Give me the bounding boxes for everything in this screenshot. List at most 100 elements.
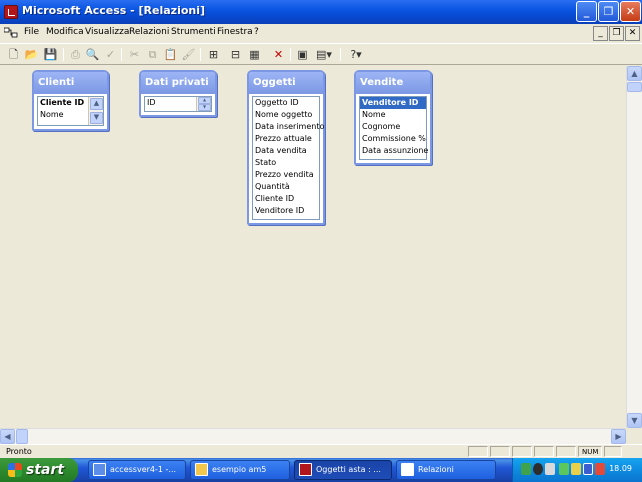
properties-icon[interactable]: ▣ [294,46,311,63]
new-icon[interactable]: 🗋 [5,46,22,63]
scroll-thumb[interactable] [627,82,642,92]
status-panel [468,446,488,457]
table-title[interactable]: Oggetti [249,72,323,94]
print-preview-icon[interactable]: 🔍 [84,46,101,63]
spell-icon[interactable]: ✓ [102,46,119,63]
menu-finestra[interactable]: Finestra [217,27,253,37]
menu-visualizza[interactable]: Visualizza [85,27,129,37]
field-item[interactable]: Stato [253,157,319,169]
table-title[interactable]: Vendite [356,72,430,94]
menu-file[interactable]: File [24,27,39,37]
scroll-up-icon[interactable]: ▲ [90,98,103,110]
field-item[interactable]: Cliente ID [253,193,319,205]
copy-icon[interactable]: ⧉ [144,46,161,63]
task-relazioni[interactable]: Relazioni [396,460,496,480]
folder-icon [195,463,208,476]
paste-icon[interactable]: 📋 [162,46,179,63]
restore-button[interactable]: ❐ [598,1,619,22]
table-title[interactable]: Dati privati [141,72,215,94]
table-title[interactable]: Clienti [34,72,107,94]
format-painter-icon[interactable]: 🖌 [180,46,197,63]
field-item[interactable]: Nome oggetto [253,109,319,121]
relationships-doc-icon[interactable] [3,27,18,39]
system-tray: 18.09 [512,458,642,482]
menu-modifica[interactable]: Modifica [46,27,84,37]
clock[interactable]: 18.09 [609,464,632,473]
mdi-close-button[interactable]: ✕ [625,26,640,41]
field-item[interactable]: Data inserimento [253,121,324,133]
mdi-minimize-button[interactable]: _ [593,26,608,41]
field-item[interactable]: Prezzo vendita [253,169,319,181]
field-item-selected[interactable]: Venditore ID [360,97,426,109]
horizontal-scrollbar[interactable]: ◀ ▶ [0,428,626,444]
field-item[interactable]: Commissione % [360,133,426,145]
field-list[interactable]: ID ▲ ▼ [144,96,212,112]
show-all-icon[interactable]: ▦ [246,46,263,63]
access-app-icon[interactable] [4,5,18,19]
antivirus-icon[interactable] [559,463,569,475]
open-icon[interactable]: 📂 [23,46,40,63]
save-icon[interactable]: 💾 [42,46,59,63]
scroll-down-icon[interactable]: ▼ [198,104,211,111]
field-item[interactable]: Quantità [253,181,319,193]
messenger-icon[interactable] [571,463,581,475]
field-item[interactable]: Oggetto ID [253,97,319,109]
toolbar-separator [63,48,64,61]
mdi-restore-button[interactable]: ❐ [609,26,624,41]
scroll-right-icon[interactable]: ▶ [611,429,626,444]
field-item[interactable]: Venditore ID [253,205,319,217]
relationships-workspace[interactable]: Clienti Cliente ID Nome ▲ ▼ Dati privati… [0,66,626,428]
field-item[interactable]: Prezzo attuale [253,133,319,145]
scroll-down-icon[interactable]: ▼ [90,112,103,124]
scroll-thumb[interactable] [16,429,28,444]
toolbar: 🗋 📂 💾 ⎙ 🔍 ✓ ✂ ⧉ 📋 🖌 ⊞ ⊟ ▦ ✕ ▣ ▤▾ ?▾ [0,43,642,65]
scroll-down-icon[interactable]: ▼ [627,413,642,428]
field-list[interactable]: Oggetto ID Nome oggetto Data inserimento… [252,96,324,220]
document-icon [93,463,106,476]
show-direct-icon[interactable]: ⊟ [227,46,244,63]
field-item[interactable]: Nome [360,109,426,121]
field-list[interactable]: Cliente ID Nome ▲ ▼ [37,96,104,126]
title-bar[interactable]: Microsoft Access - [Relazioni] _ ❐ ✕ [0,0,642,24]
minimize-button[interactable]: _ [576,1,597,22]
display-icon[interactable] [583,463,593,475]
scroll-up-icon[interactable]: ▲ [627,66,642,81]
monitor-icon[interactable] [545,463,555,475]
scroll-left-icon[interactable]: ◀ [0,429,15,444]
show-table-icon[interactable]: ⊞ [205,46,222,63]
task-accessver[interactable]: accessver4-1 -... [88,460,186,480]
network-icon[interactable] [521,463,531,475]
table-clienti[interactable]: Clienti Cliente ID Nome ▲ ▼ [32,70,109,131]
window-title: Microsoft Access - [Relazioni] [22,4,206,17]
security-icon[interactable] [533,463,543,475]
menu-strumenti[interactable]: Strumenti [171,27,216,37]
cut-icon[interactable]: ✂ [126,46,143,63]
alert-icon[interactable] [595,463,605,475]
table-dati-privati[interactable]: Dati privati ID ▲ ▼ [139,70,217,117]
table-oggetti[interactable]: Oggetti Oggetto ID Nome oggetto Data ins… [247,70,325,225]
menu-relazioni[interactable]: Relazioni [129,27,169,37]
field-list[interactable]: Venditore ID Nome Cognome Commissione % … [359,96,428,160]
help-icon[interactable]: ?▾ [344,46,368,63]
task-label: Oggetti asta : ... [316,465,381,474]
vertical-scrollbar[interactable]: ▲ ▼ [626,66,642,428]
field-item[interactable]: Data assunzione [360,145,428,157]
print-icon[interactable]: ⎙ [67,46,84,63]
task-label: Relazioni [418,465,454,474]
relationships-icon [401,463,414,476]
table-vendite[interactable]: Vendite Venditore ID Nome Cognome Commis… [354,70,432,165]
field-item[interactable]: Data vendita [253,145,319,157]
menu-help[interactable]: ? [254,27,259,37]
field-scrollbar[interactable]: ▲ ▼ [196,97,211,111]
field-scrollbar[interactable]: ▲ ▼ [88,97,103,125]
task-oggetti-asta[interactable]: Oggetti asta : ... [294,460,392,480]
close-button[interactable]: ✕ [620,1,641,22]
taskbar: start accessver4-1 -... esempio am5 Ogge… [0,458,642,482]
delete-icon[interactable]: ✕ [270,46,287,63]
start-button[interactable]: start [0,458,78,482]
start-label: start [26,462,65,478]
task-esempio[interactable]: esempio am5 [190,460,290,480]
new-object-icon[interactable]: ▤▾ [312,46,336,63]
scroll-up-icon[interactable]: ▲ [198,97,211,104]
field-item[interactable]: Cognome [360,121,426,133]
